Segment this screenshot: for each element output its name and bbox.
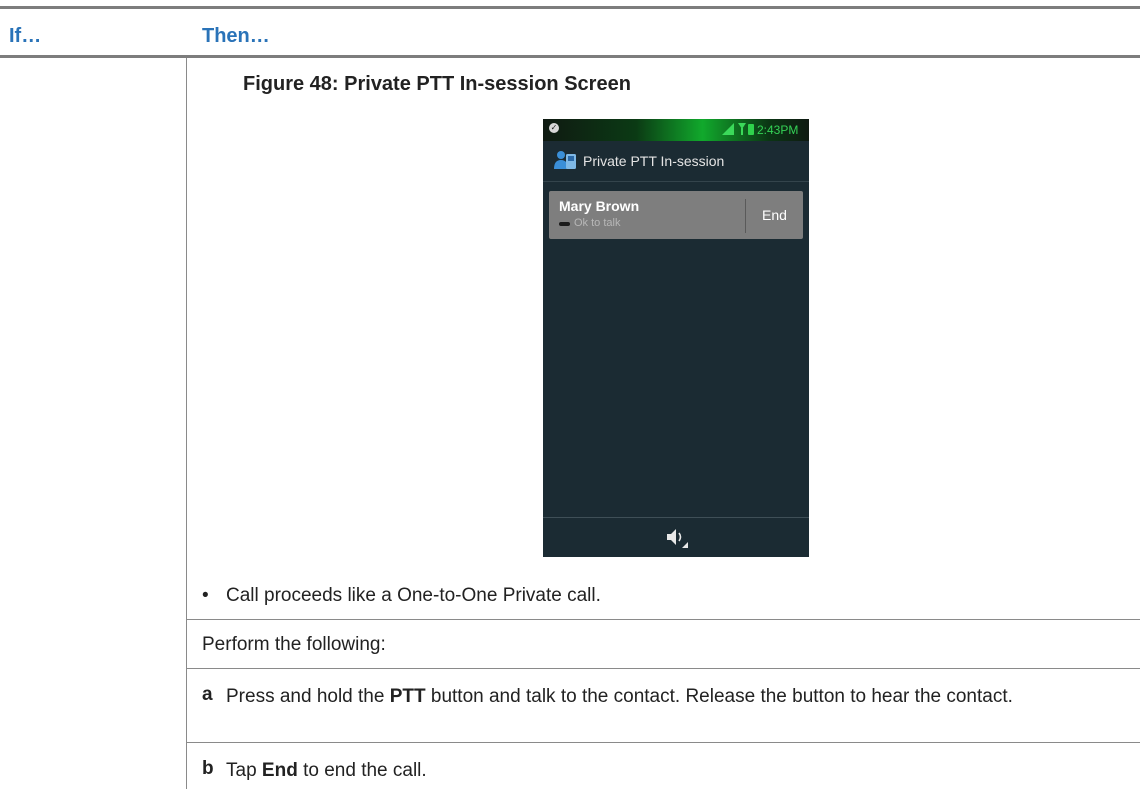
bullet-text: Call proceeds like a One-to-One Private … [226, 585, 601, 606]
battery-icon [748, 124, 754, 135]
column-divider [186, 58, 187, 789]
bullet-icon: • [202, 585, 209, 606]
bottom-bar-divider [543, 517, 809, 518]
check-icon: ✓ [549, 123, 559, 133]
end-term: End [261, 760, 298, 781]
wifi-icon [738, 123, 746, 135]
row-divider [187, 619, 1140, 620]
step-letter: a [202, 684, 213, 705]
status-time: 2:43PM [757, 123, 799, 137]
perform-instructions: Perform the following: [202, 634, 386, 655]
row-divider [187, 668, 1140, 669]
step-text: Press and hold the PTT button and talk t… [226, 686, 1013, 707]
app-title: Private PTT In-session [583, 153, 725, 169]
contact-name: Mary Brown [559, 198, 640, 214]
row-divider [187, 742, 1140, 743]
speaker-icon[interactable] [664, 526, 690, 550]
figure-caption: Figure 48: Private PTT In-session Screen [243, 73, 631, 95]
step-text: Tap End to end the call. [226, 760, 427, 781]
ptt-term: PTT [389, 686, 426, 707]
talk-status-icon [559, 222, 570, 226]
end-button[interactable]: End [746, 191, 803, 239]
contacts-icon [554, 151, 576, 169]
status-bar: ✓ 2:43PM [543, 119, 809, 141]
step-letter: b [202, 758, 214, 779]
contact-status: Ok to talk [574, 217, 621, 229]
table-header-row: If… Then… [0, 9, 1140, 57]
signal-icon [722, 123, 734, 135]
phone-screenshot: ✓ 2:43PM Private PTT In-session Mary Bro… [543, 119, 809, 557]
column-header-if: If… [9, 25, 42, 47]
table-header-border [0, 55, 1140, 58]
app-bar-divider [543, 181, 809, 182]
column-header-then: Then… [202, 25, 270, 47]
contact-card[interactable]: Mary Brown Ok to talk End [549, 191, 803, 239]
app-bar: Private PTT In-session [543, 141, 809, 177]
